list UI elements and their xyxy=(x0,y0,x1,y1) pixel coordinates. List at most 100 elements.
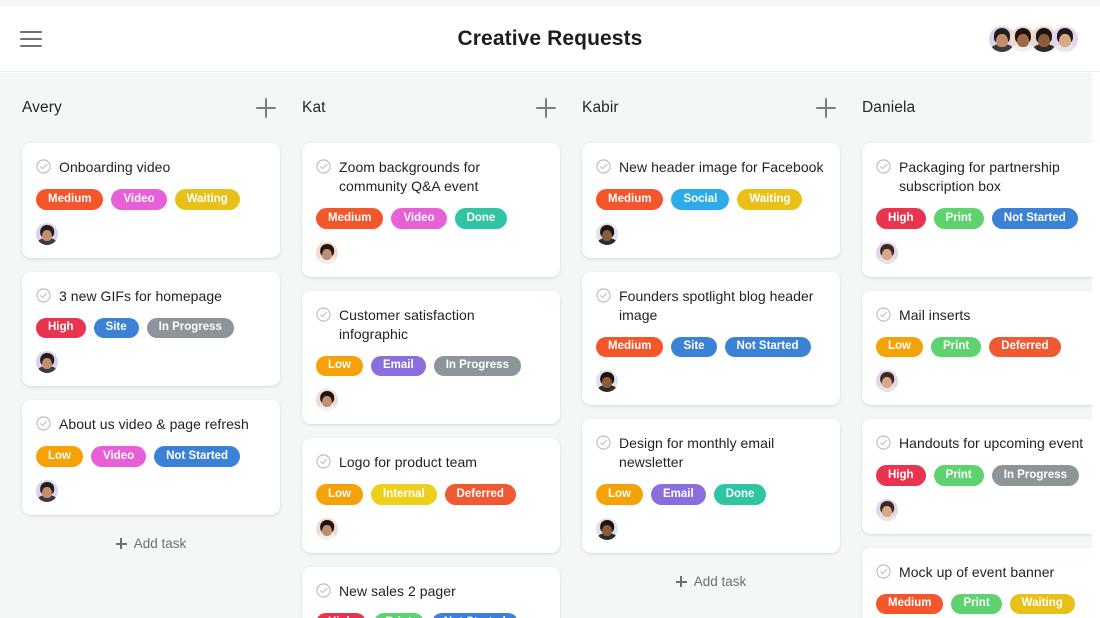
tag-high[interactable]: High xyxy=(876,208,926,229)
check-circle-icon[interactable] xyxy=(876,307,891,322)
tag-medium[interactable]: Medium xyxy=(876,594,943,615)
card-title-row: Logo for product team xyxy=(316,453,546,472)
card-tags: Medium Print Waiting xyxy=(876,594,1092,615)
tag-print[interactable]: Print xyxy=(934,465,984,486)
task-card[interactable]: Mock up of event banner Medium Print Waitin… xyxy=(862,548,1092,618)
tag-site[interactable]: Site xyxy=(671,337,716,358)
member-avatar-group[interactable] xyxy=(989,26,1078,52)
tag-print[interactable]: Print xyxy=(931,337,981,358)
task-card[interactable]: Handouts for upcoming event High Print In P… xyxy=(862,419,1092,534)
tag-low[interactable]: Low xyxy=(316,356,363,377)
task-card[interactable]: Onboarding videoMediumVideoWaiting xyxy=(22,143,280,258)
tag-internal[interactable]: Internal xyxy=(371,484,437,505)
tag-deferred[interactable]: Deferred xyxy=(989,337,1060,358)
tag-medium[interactable]: Medium xyxy=(316,208,383,229)
card-title-row: Mock up of event banner xyxy=(876,563,1092,582)
task-card[interactable]: Customer satisfaction infographicLowEmai… xyxy=(302,291,560,425)
tag-print[interactable]: Print xyxy=(934,208,984,229)
tag-site[interactable]: Site xyxy=(94,318,139,339)
check-circle-icon[interactable] xyxy=(876,435,891,450)
vertical-scrollbar[interactable] xyxy=(1092,73,1100,618)
member-4 xyxy=(1052,26,1078,52)
card-title-row: Handouts for upcoming event xyxy=(876,434,1092,453)
tag-print[interactable]: Print xyxy=(374,613,424,618)
assignee-avatar xyxy=(316,242,338,264)
task-card[interactable]: Design for monthly email newsletter Low Em… xyxy=(582,419,840,553)
page-title: Creative Requests xyxy=(0,27,1100,51)
card-assignee-row xyxy=(316,242,546,264)
tag-in-progress[interactable]: In Progress xyxy=(434,356,521,377)
tag-high[interactable]: High xyxy=(36,318,86,339)
tag-medium[interactable]: Medium xyxy=(596,337,663,358)
tag-not-started[interactable]: Not Started xyxy=(432,613,518,618)
card-assignee-row xyxy=(596,518,826,540)
card-title: Zoom backgrounds for community Q&A event xyxy=(339,158,546,196)
check-circle-icon[interactable] xyxy=(36,288,51,303)
tag-waiting[interactable]: Waiting xyxy=(737,189,802,210)
card-title-row: Zoom backgrounds for community Q&A event xyxy=(316,158,546,196)
card-title: Design for monthly email newsletter xyxy=(619,434,826,472)
task-card[interactable]: New header image for FacebookMediumSocia… xyxy=(582,143,840,258)
check-circle-icon[interactable] xyxy=(36,416,51,431)
check-circle-icon[interactable] xyxy=(876,564,891,579)
tag-video[interactable]: Video xyxy=(391,208,446,229)
tag-waiting[interactable]: Waiting xyxy=(1010,594,1075,615)
assignee-avatar xyxy=(876,242,898,264)
card-tags: Medium Social Waiting xyxy=(596,189,826,210)
add-task-button[interactable]: Add task xyxy=(582,567,840,597)
tag-not-started[interactable]: Not Started xyxy=(154,446,240,467)
check-circle-icon[interactable] xyxy=(596,435,611,450)
tag-video[interactable]: Video xyxy=(111,189,166,210)
add-card-plus-icon[interactable] xyxy=(536,98,556,118)
tag-done[interactable]: Done xyxy=(714,484,767,505)
tag-social[interactable]: Social xyxy=(671,189,729,210)
tag-low[interactable]: Low xyxy=(876,337,923,358)
kanban-board: AveryOnboarding videoMediumVideoWaiting3… xyxy=(0,73,1092,618)
tag-email[interactable]: Email xyxy=(651,484,706,505)
tag-in-progress[interactable]: In Progress xyxy=(992,465,1079,486)
card-title-row: Mail inserts xyxy=(876,306,1092,325)
tag-waiting[interactable]: Waiting xyxy=(175,189,240,210)
tag-not-started[interactable]: Not Started xyxy=(725,337,811,358)
check-circle-icon[interactable] xyxy=(36,159,51,174)
tag-done[interactable]: Done xyxy=(455,208,508,229)
card-tags: Low Email Done xyxy=(596,484,826,505)
task-card[interactable]: Founders spotlight blog header imageMedi… xyxy=(582,272,840,406)
tag-in-progress[interactable]: In Progress xyxy=(147,318,234,339)
task-card[interactable]: New sales 2 pagerHighPrintNot Started xyxy=(302,567,560,618)
tag-low[interactable]: Low xyxy=(316,484,363,505)
check-circle-icon[interactable] xyxy=(596,159,611,174)
task-card[interactable]: Logo for product team Low Internal Deferred xyxy=(302,438,560,553)
tag-video[interactable]: Video xyxy=(91,446,146,467)
tag-print[interactable]: Print xyxy=(951,594,1001,615)
task-card[interactable]: Zoom backgrounds for community Q&A event… xyxy=(302,143,560,277)
tag-low[interactable]: Low xyxy=(36,446,83,467)
column-title: Kabir xyxy=(582,99,619,117)
task-card[interactable]: Mail inserts Low Print Deferred xyxy=(862,291,1092,406)
task-card[interactable]: 3 new GIFs for homepageHighSiteIn Progre… xyxy=(22,272,280,387)
tag-not-started[interactable]: Not Started xyxy=(992,208,1078,229)
tag-email[interactable]: Email xyxy=(371,356,426,377)
card-title-row: About us video & page refresh xyxy=(36,415,266,434)
check-circle-icon[interactable] xyxy=(316,159,331,174)
task-card[interactable]: Packaging for partnership subscription b… xyxy=(862,143,1092,277)
check-circle-icon[interactable] xyxy=(316,307,331,322)
check-circle-icon[interactable] xyxy=(316,454,331,469)
column-title: Daniela xyxy=(862,99,915,117)
tag-low[interactable]: Low xyxy=(596,484,643,505)
tag-high[interactable]: High xyxy=(316,613,366,618)
add-card-plus-icon[interactable] xyxy=(816,98,836,118)
check-circle-icon[interactable] xyxy=(876,159,891,174)
check-circle-icon[interactable] xyxy=(316,583,331,598)
card-assignee-row xyxy=(876,370,1092,392)
add-task-button[interactable]: Add task xyxy=(22,529,280,559)
check-circle-icon[interactable] xyxy=(596,288,611,303)
tag-medium[interactable]: Medium xyxy=(596,189,663,210)
card-title: Packaging for partnership subscription b… xyxy=(899,158,1092,196)
tag-deferred[interactable]: Deferred xyxy=(445,484,516,505)
task-card[interactable]: About us video & page refresh Low Video Not… xyxy=(22,400,280,515)
card-assignee-row xyxy=(36,223,266,245)
add-card-plus-icon[interactable] xyxy=(256,98,276,118)
tag-high[interactable]: High xyxy=(876,465,926,486)
tag-medium[interactable]: Medium xyxy=(36,189,103,210)
